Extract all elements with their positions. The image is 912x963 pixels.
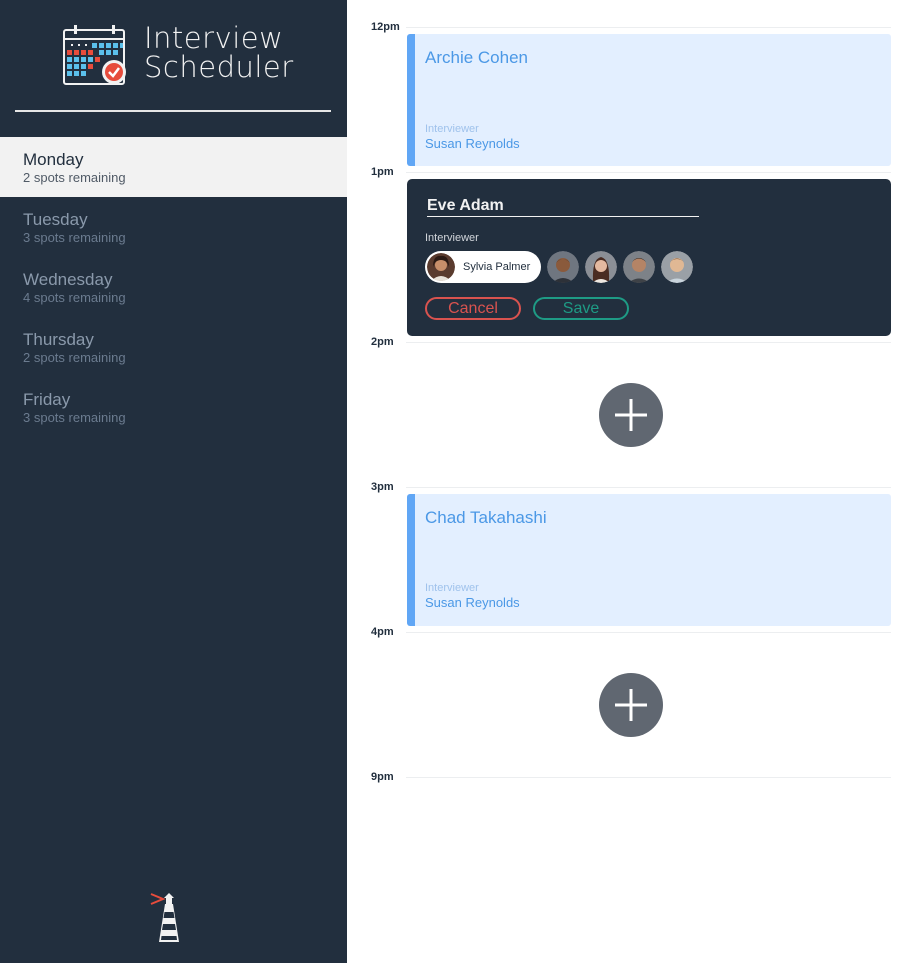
day-item-tuesday[interactable]: Tuesday 3 spots remaining [0, 197, 347, 257]
appointment-interviewer-label: Interviewer [425, 582, 479, 594]
add-appointment-button[interactable] [599, 383, 663, 447]
time-label: 9pm [371, 771, 394, 783]
day-item-thursday[interactable]: Thursday 2 spots remaining [0, 317, 347, 377]
time-label: 4pm [371, 626, 394, 638]
interviewer-name: Sylvia Palmer [463, 261, 531, 273]
day-spots: 3 spots remaining [23, 410, 126, 425]
student-name-input[interactable] [427, 195, 699, 217]
slot-divider [406, 342, 891, 343]
day-name: Thursday [23, 330, 94, 349]
sidebar-divider [15, 110, 331, 112]
interviewer-label: Interviewer [425, 232, 479, 244]
slot-divider [406, 172, 891, 173]
day-name: Friday [23, 390, 71, 409]
interviewer-avatar [585, 251, 617, 283]
day-item-monday[interactable]: Monday 2 spots remaining [0, 137, 347, 197]
interviewer-list: Sylvia Palmer [425, 251, 699, 283]
day-item-wednesday[interactable]: Wednesday 4 spots remaining [0, 257, 347, 317]
slot-divider [406, 632, 891, 633]
day-list: Monday 2 spots remaining Tuesday 3 spots… [0, 137, 347, 437]
cancel-button[interactable]: Cancel [425, 297, 521, 320]
day-item-friday[interactable]: Friday 3 spots remaining [0, 377, 347, 437]
sidebar: Interview Scheduler Monday 2 spots remai… [0, 0, 347, 963]
time-label: 2pm [371, 336, 394, 348]
interviewer-item[interactable] [661, 251, 693, 283]
lighthouse-icon [150, 893, 179, 942]
time-label: 12pm [371, 21, 400, 33]
day-spots: 4 spots remaining [23, 290, 126, 305]
save-button[interactable]: Save [533, 297, 629, 320]
calendar-check-icon [63, 25, 126, 85]
app-title-line1: Interview [144, 21, 284, 55]
appointment-interviewer: Susan Reynolds [425, 136, 520, 151]
time-label: 1pm [371, 166, 394, 178]
day-name: Wednesday [23, 270, 113, 289]
interviewer-item[interactable] [623, 251, 655, 283]
slot-divider [406, 487, 891, 488]
appointment-student: Chad Takahashi [425, 508, 547, 527]
add-appointment-button[interactable] [599, 673, 663, 737]
app-title: Interview Scheduler [144, 24, 294, 82]
slot-divider [406, 777, 891, 778]
appointment-form: Interviewer Sylvia Palmer [407, 179, 891, 336]
interviewer-item[interactable] [585, 251, 617, 283]
plus-icon [615, 399, 647, 431]
plus-icon [615, 689, 647, 721]
slot-divider [406, 27, 891, 28]
appointment-interviewer-label: Interviewer [425, 123, 479, 135]
appointment-card[interactable]: Archie Cohen Interviewer Susan Reynolds [407, 34, 891, 166]
day-spots: 2 spots remaining [23, 170, 126, 185]
day-name: Monday [23, 150, 84, 169]
app-title-line2: Scheduler [144, 50, 294, 84]
interviewer-item[interactable] [547, 251, 579, 283]
interviewer-avatar [547, 251, 579, 283]
day-spots: 2 spots remaining [23, 350, 126, 365]
interviewer-avatar [623, 251, 655, 283]
appointment-card[interactable]: Chad Takahashi Interviewer Susan Reynold… [407, 494, 891, 626]
interviewer-avatar [661, 251, 693, 283]
appointment-student: Archie Cohen [425, 48, 529, 67]
interviewer-avatar [427, 253, 455, 281]
interviewer-item-selected[interactable]: Sylvia Palmer [425, 251, 541, 283]
day-spots: 3 spots remaining [23, 230, 126, 245]
time-label: 3pm [371, 481, 394, 493]
appointment-interviewer: Susan Reynolds [425, 595, 520, 610]
day-name: Tuesday [23, 210, 88, 229]
